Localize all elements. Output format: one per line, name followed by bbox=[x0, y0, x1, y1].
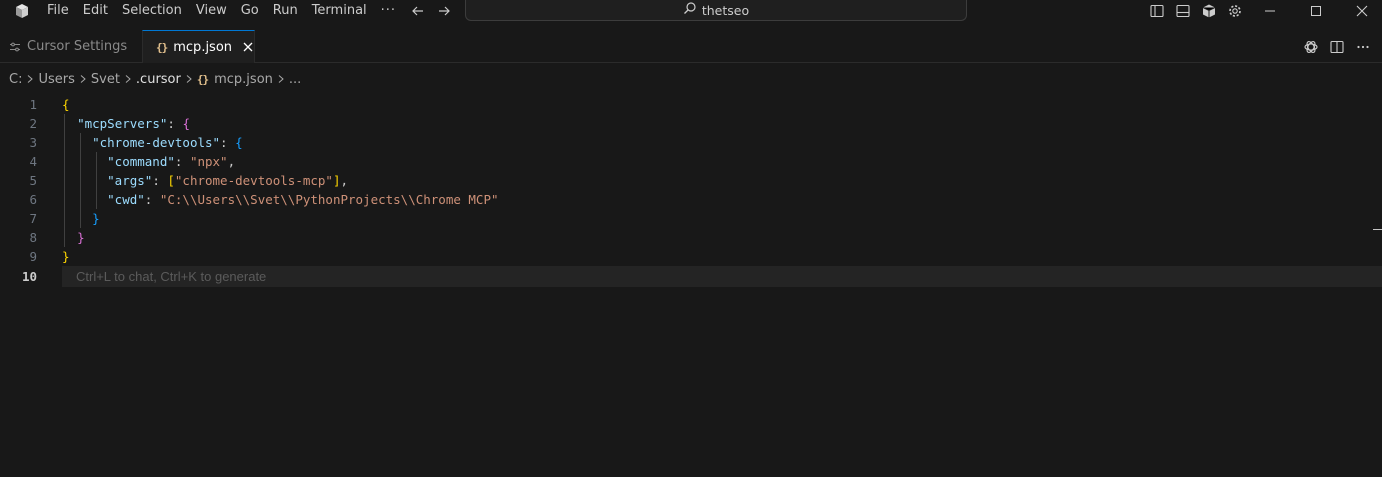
close-icon[interactable] bbox=[241, 39, 254, 55]
line-number: 8 bbox=[29, 230, 37, 245]
line-number: 3 bbox=[29, 135, 37, 150]
code-text: } bbox=[62, 249, 70, 264]
code-editor[interactable]: 1 { 2 "mcpServers": { 3 "chrome-devtools… bbox=[0, 95, 1382, 477]
close-icon[interactable] bbox=[1339, 0, 1382, 22]
scrollbar-marker bbox=[1373, 229, 1382, 230]
code-line: 2 "mcpServers": { bbox=[0, 114, 1382, 133]
json-string: "C:\\Users\\Svet\\PythonProjects\\Chrome… bbox=[159, 192, 499, 207]
code-text: "chrome-devtools": { bbox=[92, 135, 243, 150]
json-key: "command" bbox=[107, 154, 175, 169]
ellipsis-icon[interactable] bbox=[1352, 36, 1374, 58]
tab-cursor-settings[interactable]: Cursor Settings bbox=[0, 30, 142, 63]
code-text: { bbox=[62, 97, 70, 112]
tab-label: mcp.json bbox=[173, 39, 233, 55]
line-number: 4 bbox=[29, 154, 37, 169]
tab-mcp-json[interactable]: {} mcp.json bbox=[142, 30, 255, 63]
breadcrumb-users[interactable]: Users bbox=[38, 72, 74, 87]
json-key: "args" bbox=[107, 173, 153, 188]
code-line: 1 { bbox=[0, 95, 1382, 114]
json-string: "npx" bbox=[189, 154, 228, 169]
tab-label: Cursor Settings bbox=[27, 39, 128, 54]
editor-actions bbox=[1300, 30, 1374, 63]
command-center-search[interactable]: thetseo bbox=[465, 0, 967, 21]
code-line: 5 "args": ["chrome-devtools-mcp"], bbox=[0, 171, 1382, 190]
line-number: 10 bbox=[21, 269, 37, 284]
chevron-right-icon bbox=[184, 74, 194, 84]
arrow-left-icon[interactable] bbox=[408, 1, 428, 21]
openai-icon[interactable] bbox=[1300, 36, 1322, 58]
menu-more[interactable]: ··· bbox=[374, 0, 403, 22]
chevron-right-icon bbox=[78, 74, 88, 84]
menu-edit[interactable]: Edit bbox=[76, 0, 115, 22]
ai-hint-placeholder: Ctrl+L to chat, Ctrl+K to generate bbox=[76, 269, 267, 284]
code-text: "command": "npx", bbox=[107, 154, 236, 169]
menu-selection[interactable]: Selection bbox=[115, 0, 189, 22]
chevron-right-icon bbox=[123, 74, 133, 84]
layout-controls bbox=[1144, 0, 1248, 22]
breadcrumb-symbols[interactable]: ... bbox=[289, 72, 301, 87]
cube-icon[interactable] bbox=[1196, 0, 1222, 22]
json-key: "chrome-devtools" bbox=[92, 135, 221, 150]
code-text: "cwd": "C:\\Users\\Svet\\PythonProjects\… bbox=[107, 192, 499, 207]
breadcrumb-drive[interactable]: C: bbox=[9, 72, 22, 87]
line-number: 7 bbox=[29, 211, 37, 226]
json-key: "cwd" bbox=[107, 192, 145, 207]
code-line: 7 } bbox=[0, 209, 1382, 228]
menu-go[interactable]: Go bbox=[234, 0, 266, 22]
arrow-right-icon[interactable] bbox=[434, 1, 454, 21]
line-number: 5 bbox=[29, 173, 37, 188]
code-text: "args": ["chrome-devtools-mcp"], bbox=[107, 173, 349, 188]
search-icon bbox=[683, 1, 697, 19]
sidebar-left-icon[interactable] bbox=[1144, 0, 1170, 22]
code-line: 9 } bbox=[0, 247, 1382, 266]
breadcrumb-file[interactable]: {} mcp.json bbox=[197, 72, 273, 87]
json-file-icon: {} bbox=[196, 72, 209, 86]
split-editor-icon[interactable] bbox=[1326, 36, 1348, 58]
chevron-right-icon bbox=[276, 74, 286, 84]
code-text: } bbox=[92, 211, 100, 226]
line-number: 6 bbox=[29, 192, 37, 207]
code-line: 3 "chrome-devtools": { bbox=[0, 133, 1382, 152]
breadcrumb-cursor[interactable]: .cursor bbox=[136, 72, 181, 87]
editor-tab-bar: Cursor Settings {} mcp.json bbox=[0, 30, 1382, 63]
menu-run[interactable]: Run bbox=[266, 0, 305, 22]
menu-view[interactable]: View bbox=[189, 0, 234, 22]
code-text: "mcpServers": { bbox=[77, 116, 190, 131]
code-line: 4 "command": "npx", bbox=[0, 152, 1382, 171]
search-label: thetseo bbox=[701, 2, 750, 18]
minimize-icon[interactable] bbox=[1247, 0, 1293, 22]
gear-icon[interactable] bbox=[1222, 0, 1248, 22]
line-number: 1 bbox=[29, 97, 37, 112]
code-text: } bbox=[77, 230, 85, 245]
json-string: "chrome-devtools-mcp" bbox=[174, 173, 333, 188]
menu-bar: File Edit Selection View Go Run Terminal… bbox=[40, 0, 403, 22]
title-bar: File Edit Selection View Go Run Terminal… bbox=[0, 0, 1382, 22]
json-key: "mcpServers" bbox=[77, 116, 168, 131]
line-number: 9 bbox=[29, 249, 37, 264]
cursor-logo-icon bbox=[13, 2, 31, 20]
line-number: 2 bbox=[29, 116, 37, 131]
code-line: 8 } bbox=[0, 228, 1382, 247]
breadcrumb-file-label: mcp.json bbox=[214, 71, 273, 87]
menu-terminal[interactable]: Terminal bbox=[305, 0, 374, 22]
maximize-icon[interactable] bbox=[1293, 0, 1339, 22]
code-line: 6 "cwd": "C:\\Users\\Svet\\PythonProject… bbox=[0, 190, 1382, 209]
breadcrumb: C: Users Svet .cursor {} mcp.json ... bbox=[0, 68, 301, 90]
settings-tab-icon bbox=[9, 41, 21, 53]
json-file-icon: {} bbox=[156, 40, 168, 54]
chevron-right-icon bbox=[25, 74, 35, 84]
panel-icon[interactable] bbox=[1170, 0, 1196, 22]
menu-file[interactable]: File bbox=[40, 0, 76, 22]
breadcrumb-svet[interactable]: Svet bbox=[91, 72, 120, 87]
